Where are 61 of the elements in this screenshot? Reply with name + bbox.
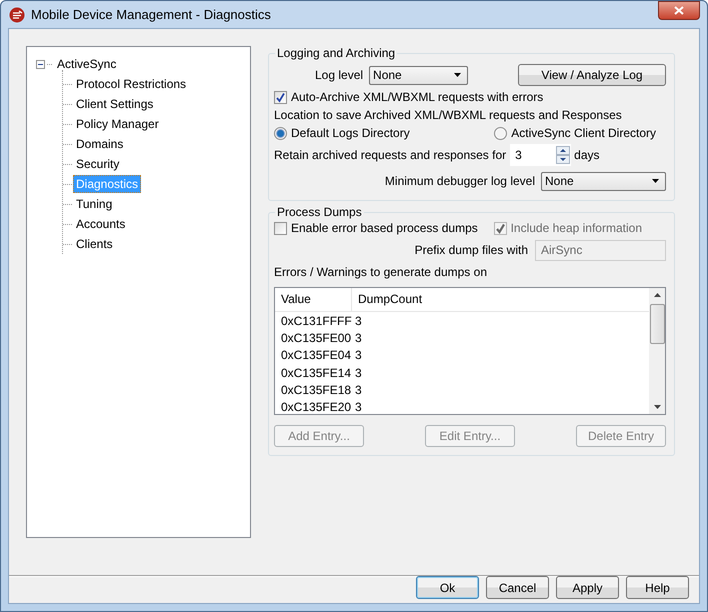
days-spinner[interactable]: 3 bbox=[510, 144, 572, 166]
caret-icon bbox=[652, 179, 659, 183]
dialog-button[interactable]: Cancel bbox=[486, 576, 549, 599]
dialog-button[interactable]: Apply bbox=[556, 576, 619, 599]
view-log-button[interactable]: View / Analyze Log bbox=[518, 64, 666, 86]
tree-item[interactable]: Clients bbox=[73, 235, 116, 253]
caret-icon bbox=[454, 73, 462, 77]
radio-button[interactable] bbox=[494, 126, 508, 140]
column-header[interactable]: Value bbox=[275, 288, 352, 311]
window-title: Mobile Device Management - Diagnostics bbox=[31, 7, 271, 22]
prefix-label: Prefix dump files with bbox=[414, 243, 528, 257]
app-logo-icon bbox=[9, 6, 25, 22]
tree-item[interactable]: Tuning bbox=[73, 195, 116, 213]
radio-button[interactable] bbox=[274, 126, 287, 140]
table-cell-text: 0xC135FE00 bbox=[280, 330, 351, 346]
tree-item[interactable]: Domains bbox=[73, 135, 126, 153]
log-level-dropdown[interactable]: None bbox=[369, 66, 468, 84]
group-title: Logging and Archiving bbox=[276, 46, 396, 60]
checkbox-label: Include heap information bbox=[510, 221, 642, 235]
tree-item[interactable]: Accounts bbox=[73, 215, 128, 233]
close-button[interactable] bbox=[658, 1, 700, 20]
checkbox-label: Auto-Archive XML/WBXML requests with errors bbox=[291, 90, 544, 104]
tree-item[interactable]: ActiveSync bbox=[54, 55, 120, 73]
checkbox-label: Enable error based process dumps bbox=[291, 221, 478, 235]
list-label: Errors / Warnings to generate dumps on bbox=[274, 265, 487, 279]
table-cell-text: 0xC135FE18 bbox=[280, 382, 351, 398]
collapse-icon[interactable] bbox=[36, 60, 45, 68]
table-cell-text: 3 bbox=[354, 399, 362, 416]
dialog-button[interactable]: Ok bbox=[416, 576, 479, 599]
checkbox[interactable] bbox=[274, 222, 287, 234]
log-level-label: Log level bbox=[315, 68, 364, 82]
table-cell-text: 3 bbox=[354, 347, 362, 364]
location-label: Location to save Archived XML/WBXML requests and Responses bbox=[274, 108, 622, 122]
days-label: days bbox=[574, 148, 600, 162]
dialog-button[interactable]: Help bbox=[626, 576, 689, 599]
column-header[interactable]: DumpCount bbox=[352, 288, 649, 311]
close-icon bbox=[674, 6, 684, 15]
table-cell-text: 3 bbox=[354, 364, 362, 381]
scroll-up-icon[interactable] bbox=[654, 293, 660, 297]
retain-label: Retain archived requests and responses for bbox=[274, 148, 506, 162]
radio-label: ActiveSync Client Directory bbox=[511, 126, 656, 140]
spin-up-icon[interactable] bbox=[556, 146, 570, 155]
scroll-down-icon[interactable] bbox=[654, 405, 660, 409]
spin-down-icon[interactable] bbox=[556, 155, 570, 164]
radio-label: Default Logs Directory bbox=[291, 126, 410, 140]
table-cell-text: 3 bbox=[354, 382, 362, 398]
debugger-level-dropdown[interactable]: None bbox=[541, 172, 666, 190]
table-cell-text: 3 bbox=[354, 312, 362, 329]
table-cell-text: 3 bbox=[354, 330, 362, 346]
group-title: Process Dumps bbox=[276, 205, 363, 219]
tree-item[interactable]: Protocol Restrictions bbox=[73, 75, 190, 93]
table-cell-text: 0xC135FE20 bbox=[280, 399, 351, 416]
table-cell-text: 0xC131FFFF bbox=[280, 312, 351, 329]
tree-item[interactable]: Security bbox=[73, 155, 122, 173]
scrollbar[interactable] bbox=[649, 288, 665, 414]
tree-item[interactable]: Policy Manager bbox=[73, 115, 162, 133]
checkbox[interactable] bbox=[274, 90, 287, 104]
table-cell-text: 0xC135FE14 bbox=[280, 364, 351, 381]
table-cell-text: 0xC135FE04 bbox=[280, 347, 351, 364]
debugger-level-label: Minimum debugger log level bbox=[384, 174, 535, 188]
tree-item[interactable]: Client Settings bbox=[73, 95, 156, 113]
